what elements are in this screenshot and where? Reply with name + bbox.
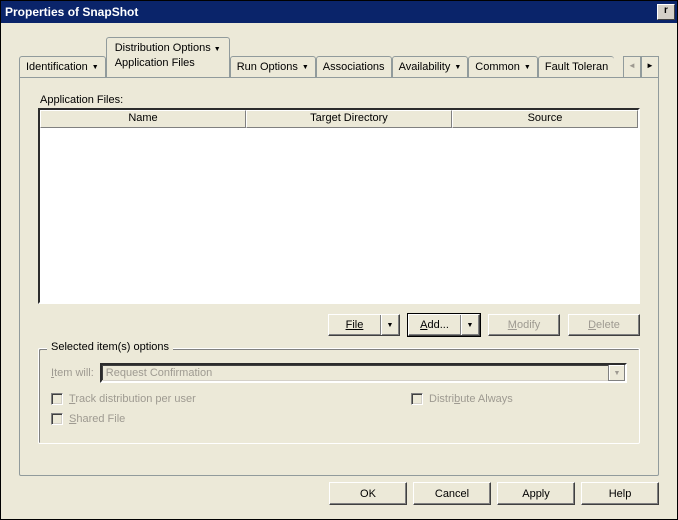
tab-availability[interactable]: Availability ▼: [392, 56, 469, 77]
file-dropdown-button[interactable]: File ▼: [328, 314, 400, 336]
tab-scroll: ◄ ►: [623, 37, 659, 76]
group-legend: Selected item(s) options: [47, 341, 173, 353]
chevron-down-icon: ▼: [92, 64, 99, 71]
checkbox-icon: [411, 393, 423, 405]
cancel-button[interactable]: Cancel: [413, 482, 491, 505]
chevron-down-icon: ▼: [214, 46, 221, 53]
column-name[interactable]: Name: [40, 110, 246, 128]
distribute-always-checkbox[interactable]: Distribute Always: [411, 393, 513, 405]
application-files-label: Application Files:: [40, 94, 640, 106]
chevron-down-icon: ▼: [454, 64, 461, 71]
item-will-combo[interactable]: Request Confirmation ▼: [100, 363, 627, 383]
chevron-down-icon: ▼: [460, 315, 479, 335]
tab-label: Identification: [26, 61, 88, 73]
titlebar: Properties of SnapShot r: [1, 1, 677, 23]
delete-button[interactable]: Delete: [568, 314, 640, 336]
chevron-down-icon: ▼: [524, 64, 531, 71]
item-will-row: Item will: Request Confirmation ▼: [51, 363, 627, 383]
window-title: Properties of SnapShot: [5, 5, 138, 19]
tab-label-line2: Application Files: [115, 56, 221, 71]
button-label: File: [329, 319, 380, 331]
list-body[interactable]: [40, 128, 638, 302]
track-distribution-checkbox[interactable]: Track distribution per user: [51, 393, 351, 405]
tab-run-options[interactable]: Run Options ▼: [230, 56, 316, 77]
close-button[interactable]: r: [657, 4, 675, 20]
checkbox-row-1: Track distribution per user Distribute A…: [51, 393, 627, 405]
tab-distribution-options[interactable]: Distribution Options ▼ Application Files: [106, 37, 230, 77]
tab-scroll-left[interactable]: ◄: [623, 56, 641, 77]
checkbox-icon: [51, 393, 63, 405]
tab-label: Availability: [399, 61, 451, 73]
column-source[interactable]: Source: [452, 110, 638, 128]
list-header: Name Target Directory Source: [40, 110, 638, 128]
tab-identification[interactable]: Identification ▼: [19, 56, 106, 77]
tab-label: Common: [475, 61, 520, 73]
add-dropdown-button[interactable]: Add... ▼: [408, 314, 480, 336]
tab-scroll-right[interactable]: ►: [641, 56, 659, 77]
file-buttons-row: File ▼ Add... ▼ Modify Delete: [38, 314, 640, 336]
checkbox-label: Distribute Always: [429, 393, 513, 405]
shared-file-checkbox[interactable]: Shared File: [51, 413, 125, 425]
checkbox-icon: [51, 413, 63, 425]
item-will-label: Item will:: [51, 367, 94, 379]
tab-label: Run Options: [237, 61, 298, 73]
chevron-down-icon: ▼: [380, 315, 399, 335]
dialog-window: Properties of SnapShot r Identification …: [0, 0, 678, 520]
selected-items-options-group: Selected item(s) options Item will: Requ…: [38, 348, 640, 444]
tab-associations[interactable]: Associations: [316, 56, 392, 77]
application-files-list[interactable]: Name Target Directory Source: [38, 108, 640, 304]
combo-text: Request Confirmation: [106, 367, 608, 379]
chevron-down-icon: ▼: [608, 365, 625, 381]
modify-button[interactable]: Modify: [488, 314, 560, 336]
tab-label-line1: Distribution Options ▼: [115, 42, 221, 54]
checkbox-label: Track distribution per user: [69, 393, 196, 405]
tab-label: Associations: [323, 61, 385, 73]
tab-page: Application Files: Name Target Directory…: [19, 77, 659, 476]
button-label: Add...: [409, 319, 460, 331]
dialog-buttons: OK Cancel Apply Help: [19, 476, 659, 509]
apply-button[interactable]: Apply: [497, 482, 575, 505]
help-button[interactable]: Help: [581, 482, 659, 505]
tab-label: Fault Toleran: [545, 61, 608, 73]
tab-strip: Identification ▼ Distribution Options ▼ …: [19, 37, 659, 77]
checkbox-label: Shared File: [69, 413, 125, 425]
client-area: Identification ▼ Distribution Options ▼ …: [1, 23, 677, 519]
checkbox-row-2: Shared File: [51, 413, 627, 425]
column-target-directory[interactable]: Target Directory: [246, 110, 452, 128]
chevron-down-icon: ▼: [302, 64, 309, 71]
ok-button[interactable]: OK: [329, 482, 407, 505]
tab-common[interactable]: Common ▼: [468, 56, 538, 77]
tab-fault-tolerance[interactable]: Fault Toleran: [538, 56, 614, 77]
